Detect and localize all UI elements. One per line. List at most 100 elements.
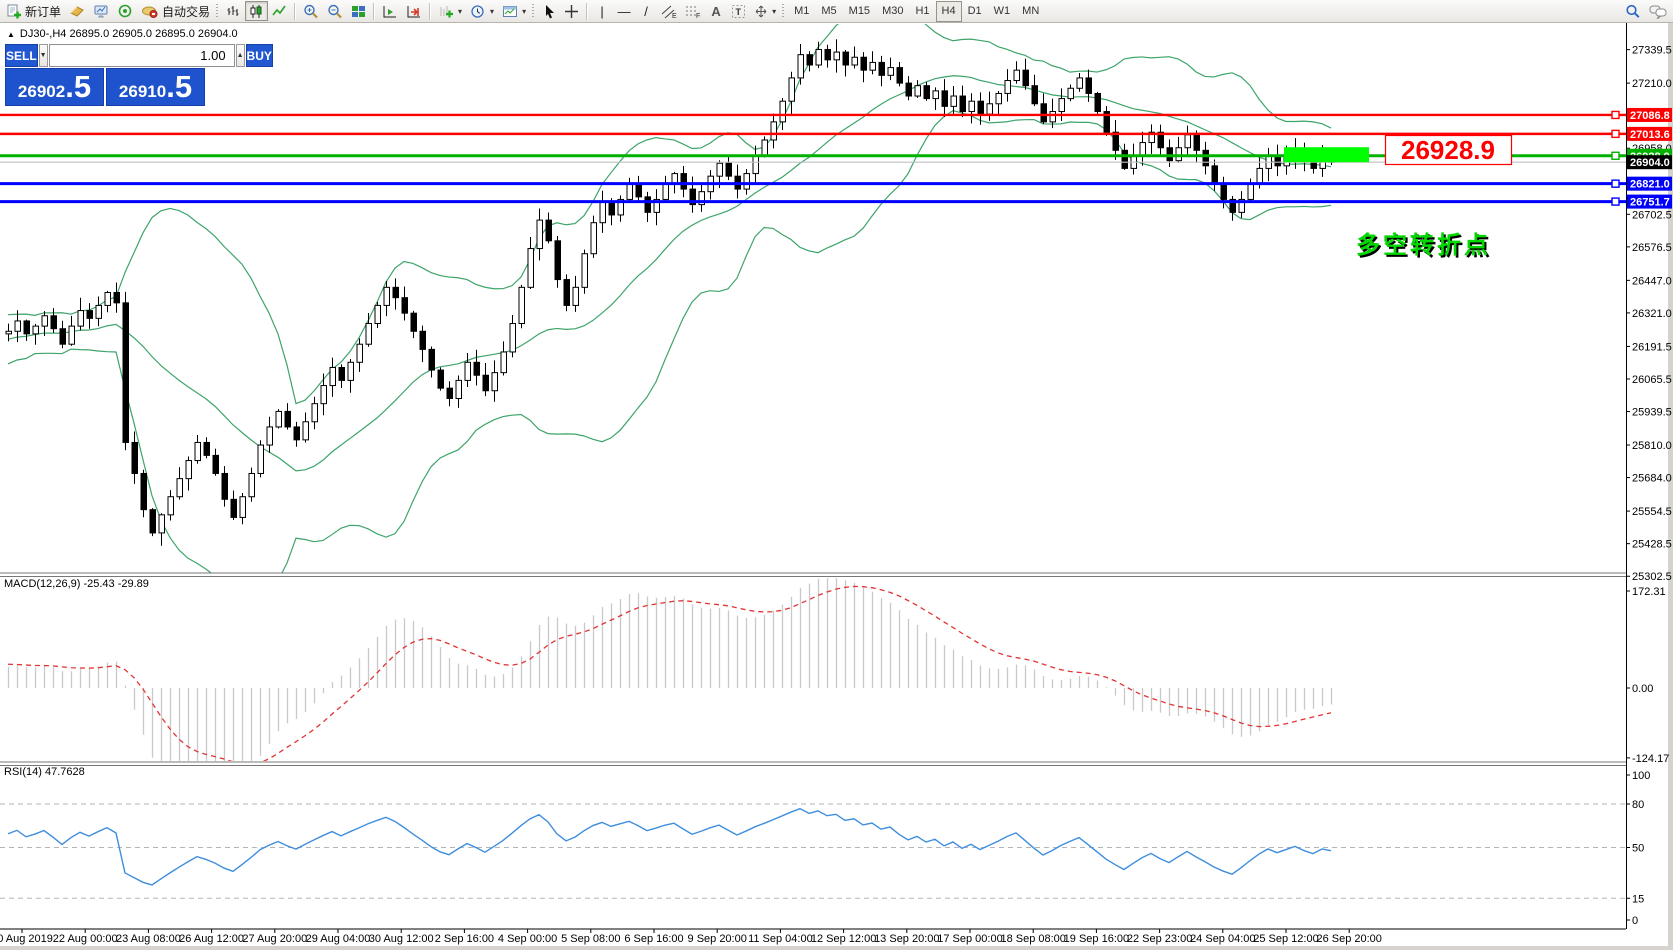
arrows-dropdown-button[interactable]: ▾	[750, 1, 780, 21]
profile-button[interactable]	[65, 1, 89, 21]
line-handle[interactable]	[1612, 152, 1619, 159]
sell-price-main: 26902	[18, 74, 65, 110]
zoom-out-button[interactable]	[323, 1, 347, 21]
equidistant-channel-icon: E	[661, 4, 677, 19]
rsi-indicator-label: RSI(14) 47.7628	[4, 766, 85, 778]
sell-price-frac: .5	[65, 69, 91, 105]
sell-price-display[interactable]: 26902.5	[5, 68, 104, 106]
channel-tool-button[interactable]: E	[657, 1, 681, 21]
text-label-tool-button[interactable]: T	[727, 1, 750, 21]
volume-input[interactable]	[49, 44, 235, 67]
tile-windows-button[interactable]	[347, 1, 370, 21]
price-tag-label: 26751.7	[1630, 197, 1670, 209]
indicators-dropdown-button[interactable]: ▾	[434, 1, 466, 21]
price-axis-label: 25302.5	[1632, 571, 1672, 583]
toolbar-grip	[531, 3, 535, 19]
cursor-tool-button[interactable]	[538, 1, 560, 21]
chart-canvas[interactable]: 27339.527210.026958.026702.526576.526447…	[0, 0, 1673, 950]
chat-button[interactable]	[1645, 1, 1671, 21]
bar-chart-button[interactable]	[222, 1, 245, 21]
horizontal-line-icon: —	[618, 5, 631, 18]
time-axis-label: 9 Sep 20:00	[688, 933, 747, 945]
vertical-line-tool-button[interactable]: |	[591, 1, 613, 21]
search-icon	[1625, 4, 1641, 19]
timeframe-button-M5[interactable]: M5	[815, 1, 842, 22]
zoom-out-icon	[327, 4, 343, 19]
timeframe-button-M15[interactable]: M15	[843, 1, 876, 22]
time-axis-label: 17 Sep 00:00	[937, 933, 1002, 945]
volume-increase-button[interactable]: ▲	[236, 44, 245, 67]
line-handle[interactable]	[1612, 180, 1619, 187]
chevron-down-icon: ▾	[522, 7, 526, 16]
line-handle[interactable]	[1612, 111, 1619, 118]
buy-price-display[interactable]: 26910.5	[106, 68, 205, 106]
time-axis-label: 24 Sep 04:00	[1190, 933, 1255, 945]
line-chart-button[interactable]	[268, 1, 291, 21]
highlight-rectangle[interactable]	[1284, 147, 1369, 162]
fibonacci-tool-button[interactable]: F	[681, 1, 705, 21]
price-callout-text: 26928.9	[1401, 135, 1495, 165]
rsi-axis-label: 15	[1632, 893, 1644, 905]
price-tag-label: 26904.0	[1630, 157, 1670, 169]
text-tool-button[interactable]: A	[705, 1, 727, 21]
timeframe-button-W1[interactable]: W1	[988, 1, 1017, 22]
buy-button[interactable]: BUY	[246, 44, 273, 67]
time-axis-label: 5 Sep 08:00	[561, 933, 620, 945]
price-axis-label: 26191.5	[1632, 341, 1672, 353]
line-handle[interactable]	[1612, 198, 1619, 205]
window-bottom-edge	[0, 946, 1673, 950]
annotation-text[interactable]: 多空转折点	[1356, 231, 1491, 259]
price-axis-label: 27339.5	[1632, 45, 1672, 57]
line-handle[interactable]	[1612, 130, 1619, 137]
horizontal-line-tool-button[interactable]: —	[613, 1, 635, 21]
toolbar-separator	[429, 3, 431, 20]
auto-trading-button[interactable]: 自动交易	[137, 1, 214, 21]
time-axis-label: 26 Sep 20:00	[1316, 933, 1381, 945]
trendline-tool-button[interactable]: /	[635, 1, 657, 21]
one-click-trading-panel: SELL ▼ ▲ BUY 26902.5 26910.5	[5, 44, 205, 106]
signals-button[interactable]	[113, 1, 137, 21]
chat-icon	[1649, 4, 1667, 19]
volume-decrease-button[interactable]: ▼	[39, 44, 48, 67]
timeframe-button-MN[interactable]: MN	[1016, 1, 1045, 22]
time-axis-label: 23 Aug 08:00	[116, 933, 181, 945]
timeframe-button-M1[interactable]: M1	[788, 1, 815, 22]
search-button[interactable]	[1621, 1, 1645, 21]
time-axis-label: 11 Sep 04:00	[748, 933, 813, 945]
sell-button[interactable]: SELL	[5, 44, 38, 67]
text-icon: A	[711, 5, 720, 18]
periods-dropdown-button[interactable]: ▾	[466, 1, 498, 21]
candlestick-chart-icon	[249, 4, 264, 19]
chart-shift-button[interactable]	[402, 1, 426, 21]
price-tag-label: 26821.0	[1630, 179, 1670, 191]
arrows-icon	[754, 4, 768, 19]
chevron-down-icon: ▾	[772, 7, 776, 16]
add-indicator-icon	[438, 4, 454, 19]
templates-dropdown-button[interactable]: ▾	[498, 1, 530, 21]
auto-trading-icon	[141, 4, 159, 19]
market-watch-icon	[93, 4, 109, 19]
price-axis-label: 27210.0	[1632, 78, 1672, 90]
time-axis-label: 19 Sep 16:00	[1064, 933, 1129, 945]
time-axis-label: 20 Aug 2019	[0, 933, 53, 945]
rsi-line	[8, 809, 1331, 885]
fibonacci-icon: F	[685, 4, 701, 19]
zoom-in-button[interactable]	[299, 1, 323, 21]
time-axis-label: 22 Aug 00:00	[53, 933, 118, 945]
collapse-arrow-icon[interactable]: ▲	[7, 30, 15, 39]
timeframe-button-D1[interactable]: D1	[962, 1, 988, 22]
candlestick-chart-button[interactable]	[245, 1, 268, 21]
time-axis-label: 30 Aug 12:00	[369, 933, 434, 945]
market-watch-button[interactable]	[89, 1, 113, 21]
new-order-button[interactable]: 新订单	[2, 1, 65, 21]
price-axis-label: 26576.5	[1632, 242, 1672, 254]
timeframe-button-H4[interactable]: H4	[936, 1, 962, 22]
price-axis-label: 25684.0	[1632, 473, 1672, 485]
timeframe-button-M30[interactable]: M30	[876, 1, 909, 22]
timeframe-button-H1[interactable]: H1	[909, 1, 935, 22]
crosshair-tool-button[interactable]	[560, 1, 583, 21]
price-axis-label: 26447.0	[1632, 275, 1672, 287]
vertical-line-icon: |	[600, 5, 603, 18]
auto-scroll-button[interactable]	[378, 1, 402, 21]
chevron-down-icon: ▾	[458, 7, 462, 16]
